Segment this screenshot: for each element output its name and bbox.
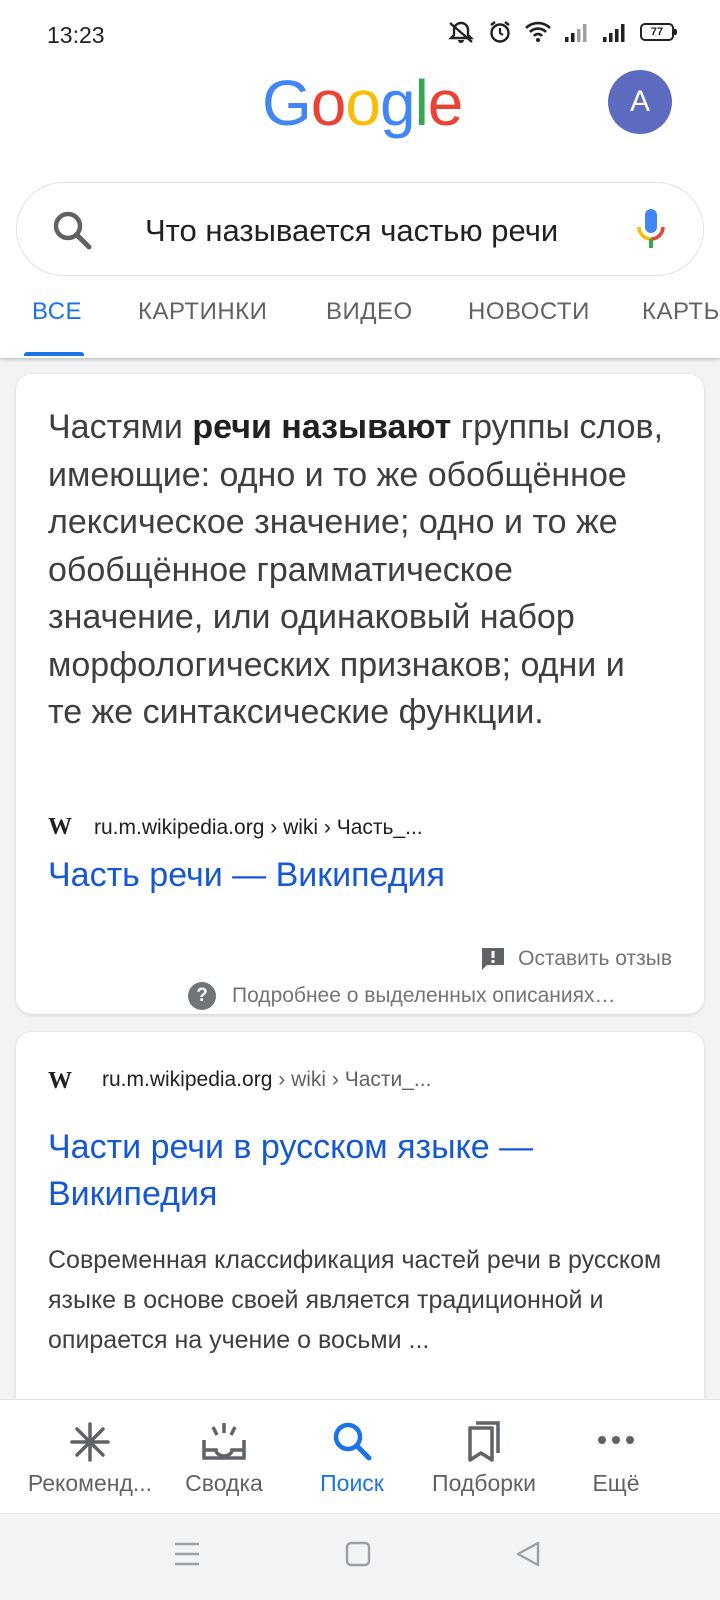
tab-maps[interactable]: КАРТЫ <box>642 298 720 326</box>
status-time: 13:23 <box>47 22 105 48</box>
featured-snippet-card: Частями речи называют группы слов, имеющ… <box>16 374 704 1014</box>
logo-letter: G <box>262 67 312 139</box>
system-navigation-bar <box>0 1513 720 1600</box>
more-icon <box>598 1436 634 1444</box>
asterisk-icon <box>70 1422 110 1462</box>
nav-discover[interactable]: Рекоменд... <box>18 1400 162 1514</box>
logo-letter: g <box>379 67 416 139</box>
bottom-navigation: Рекоменд... Сводка Поиск Подборки Ещё <box>0 1399 720 1513</box>
logo-letter: o <box>345 67 381 139</box>
battery-icon: 77 <box>640 23 677 41</box>
feedback-icon <box>482 948 505 970</box>
google-logo[interactable]: Google <box>262 66 464 140</box>
collections-icon <box>468 1421 500 1462</box>
search-icon <box>333 1422 372 1461</box>
search-icon[interactable] <box>51 209 93 251</box>
search-header: Google A Что называется частью речи ВСЕ … <box>0 62 720 358</box>
back-icon[interactable] <box>514 1540 542 1568</box>
signal-icon <box>565 24 587 42</box>
nav-more[interactable]: Ещё <box>544 1400 688 1514</box>
featured-snippet-text: Частями речи называют группы слов, имеющ… <box>48 408 664 731</box>
tab-video[interactable]: ВИДЕО <box>326 298 413 326</box>
inbox-icon <box>202 1423 246 1460</box>
feedback-button[interactable]: Оставить отзыв <box>480 946 672 972</box>
active-tab-indicator <box>24 352 84 356</box>
result-link[interactable]: Части речи в русском языке — Википедия <box>48 1124 668 1218</box>
microphone-icon[interactable] <box>631 205 671 255</box>
snippet-cite[interactable]: ru.m.wikipedia.org › wiki › Часть_... <box>94 816 423 840</box>
account-avatar[interactable]: A <box>608 70 672 134</box>
signal-icon <box>603 24 625 42</box>
nav-collections[interactable]: Подборки <box>412 1400 556 1514</box>
alarm-icon <box>490 21 510 43</box>
about-featured-snippets-link[interactable]: ? Подробнее о выделенных описаниях… <box>188 982 615 1010</box>
tab-news[interactable]: НОВОСТИ <box>468 298 590 326</box>
nav-updates[interactable]: Сводка <box>152 1400 296 1514</box>
search-tabs: ВСЕ КАРТИНКИ ВИДЕО НОВОСТИ КАРТЫ <box>0 298 720 358</box>
search-input[interactable]: Что называется частью речи <box>145 213 605 249</box>
wifi-icon <box>525 21 551 42</box>
home-icon[interactable] <box>344 1540 372 1568</box>
menu-icon[interactable] <box>172 1540 202 1568</box>
logo-letter: l <box>414 67 429 139</box>
snippet-result-link[interactable]: Часть речи — Википедия <box>48 852 445 899</box>
logo-letter: o <box>310 67 347 139</box>
status-bar: 13:23 77 <box>0 0 720 62</box>
mute-icon <box>448 21 474 43</box>
result-cite[interactable]: ru.m.wikipedia.org › wiki › Части_... <box>102 1068 431 1092</box>
search-result-card: W ru.m.wikipedia.org › wiki › Части_... … <box>16 1032 704 1412</box>
nav-search[interactable]: Поиск <box>280 1400 424 1514</box>
wikipedia-logo: W <box>48 1068 72 1094</box>
result-description: Современная классификация частей речи в … <box>48 1246 662 1354</box>
logo-letter: e <box>427 67 464 139</box>
search-box[interactable]: Что называется частью речи <box>16 182 704 276</box>
help-icon: ? <box>188 982 216 1010</box>
tab-all[interactable]: ВСЕ <box>32 298 82 326</box>
tab-images[interactable]: КАРТИНКИ <box>138 298 267 326</box>
status-icons: 77 <box>446 20 677 44</box>
wikipedia-logo: W <box>48 814 72 840</box>
